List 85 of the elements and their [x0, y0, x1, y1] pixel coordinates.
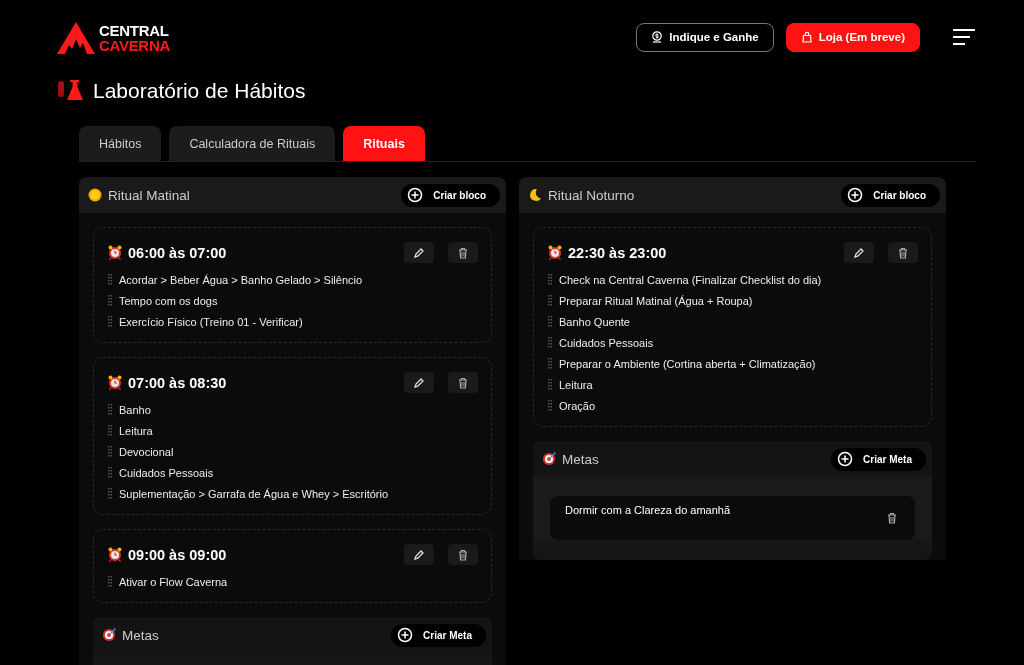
create-block-button[interactable]: Criar bloco — [841, 183, 940, 207]
ritual-item: Banho — [119, 403, 151, 416]
alarm-clock-icon — [108, 374, 122, 391]
add-icon — [837, 451, 854, 467]
alarm-clock-icon — [548, 244, 562, 261]
drag-handle-icon — [548, 379, 552, 390]
target-icon — [102, 627, 116, 643]
drag-handle-icon — [548, 358, 552, 369]
ritual-item: Tempo com os dogs — [119, 294, 218, 307]
page-title: Laboratório de Hábitos — [93, 79, 306, 103]
moon-icon — [528, 188, 542, 202]
trash-icon — [456, 375, 470, 390]
shop-button[interactable]: Loja (Em breve) — [785, 22, 920, 52]
delete-button[interactable] — [448, 242, 478, 263]
drag-handle-icon — [108, 488, 112, 499]
drag-handle-icon — [548, 337, 552, 348]
ritual-item: Ativar o Flow Caverna — [119, 575, 228, 588]
add-icon — [397, 627, 414, 643]
time-range: 22:30 às 23:00 — [568, 244, 667, 261]
logo-text: CENTRAL — [99, 23, 170, 38]
drag-handle-icon — [108, 404, 112, 415]
drag-handle-icon — [108, 446, 112, 457]
tab[interactable]: Hábitos — [79, 126, 162, 161]
drag-handle-icon — [548, 400, 552, 411]
delete-button[interactable] — [888, 242, 918, 263]
alarm-clock-icon — [108, 244, 122, 261]
ritual-item: Exercício Físico (Treino 01 - Verificar) — [119, 315, 303, 328]
create-block-button[interactable]: Criar bloco — [401, 183, 500, 207]
ritual-item: Oração — [559, 399, 596, 412]
drag-handle-icon — [108, 576, 112, 587]
logo-text: CAVERNA — [99, 38, 170, 53]
goal-text: Dormir com a Clareza do amanhã — [565, 504, 731, 516]
section-title: Ritual Matinal — [108, 187, 190, 203]
section-title: Metas — [122, 627, 159, 643]
edit-button[interactable] — [844, 242, 874, 263]
mountain-logo-icon — [57, 22, 95, 54]
target-icon — [542, 451, 556, 467]
create-goal-button[interactable]: Criar Meta — [391, 623, 486, 647]
edit-button[interactable] — [404, 544, 434, 565]
trash-icon — [456, 547, 470, 562]
create-goal-button[interactable]: Criar Meta — [831, 447, 926, 471]
add-icon — [407, 187, 424, 203]
ritual-item: Banho Quente — [559, 315, 630, 328]
section-title: Ritual Noturno — [548, 187, 635, 203]
bag-icon — [800, 31, 813, 43]
ritual-item: Suplementação > Garrafa de Água e Whey > Escritório — [119, 487, 389, 500]
section-title: Metas — [562, 451, 599, 467]
ritual-item: Acordar > Beber Água > Banho Gelado > Silêncio — [119, 273, 363, 286]
ritual-item: Cuidados Pessoais — [559, 336, 654, 349]
time-range: 09:00 às 09:00 — [128, 546, 227, 563]
trash-icon — [456, 245, 470, 260]
tab[interactable]: Rituais — [343, 126, 425, 161]
lab-flask-icon — [57, 80, 83, 102]
ritual-item: Leitura — [119, 424, 153, 437]
drag-handle-icon — [548, 274, 552, 285]
drag-handle-icon — [108, 295, 112, 306]
drag-handle-icon — [548, 295, 552, 306]
drag-handle-icon — [108, 467, 112, 478]
time-range: 07:00 às 08:30 — [128, 374, 227, 391]
drag-handle-icon — [548, 316, 552, 327]
add-icon — [847, 187, 864, 203]
referral-button[interactable]: Indique e Ganhe — [636, 22, 774, 52]
ritual-item: Preparar Ritual Matinal (Água + Roupa) — [559, 294, 753, 307]
coin-icon — [651, 31, 664, 43]
drag-handle-icon — [108, 274, 112, 285]
ritual-item: Leitura — [559, 378, 593, 391]
edit-button[interactable] — [404, 242, 434, 263]
edit-button[interactable] — [404, 372, 434, 393]
menu-button[interactable] — [952, 28, 976, 46]
time-range: 06:00 às 07:00 — [128, 244, 227, 261]
ritual-item: Check na Central Caverna (Finalizar Checklist do dia) — [559, 273, 822, 286]
delete-button[interactable] — [448, 372, 478, 393]
ritual-item: Preparar o Ambiente (Cortina aberta + Climatização) — [559, 357, 816, 370]
menu-icon — [952, 28, 976, 46]
trash-icon — [896, 245, 910, 260]
alarm-clock-icon — [108, 546, 122, 563]
tab[interactable]: Calculadora de Rituais — [169, 126, 336, 161]
drag-handle-icon — [108, 316, 112, 327]
delete-button[interactable] — [885, 511, 899, 525]
drag-handle-icon — [108, 425, 112, 436]
delete-button[interactable] — [448, 544, 478, 565]
ritual-item: Cuidados Pessoais — [119, 466, 214, 479]
sun-icon — [88, 188, 102, 202]
trash-icon — [885, 511, 899, 525]
ritual-item: Devocional — [119, 445, 174, 458]
